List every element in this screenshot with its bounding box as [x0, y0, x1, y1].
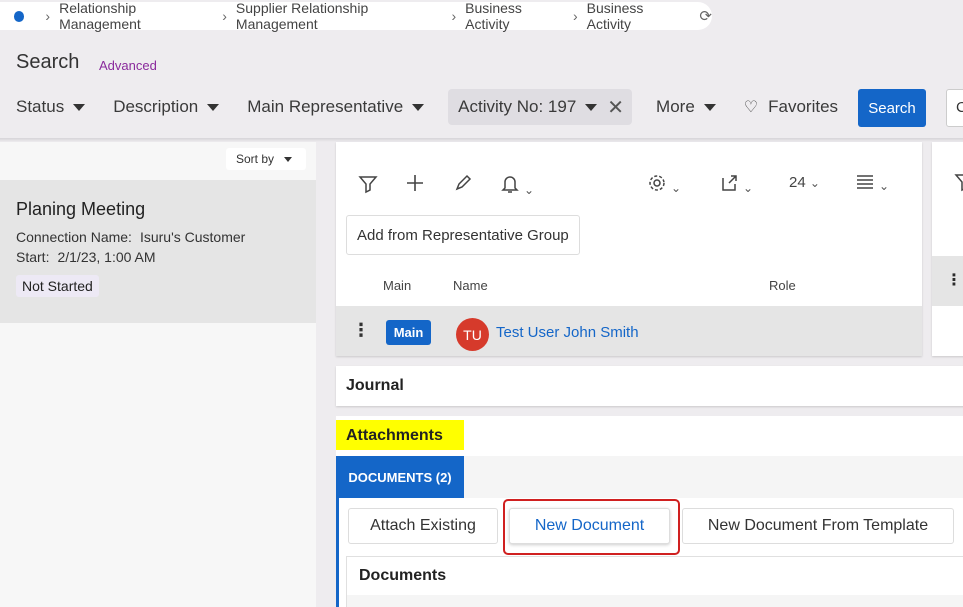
main-badge: Main	[386, 320, 431, 345]
chevron-right-icon: ›	[45, 8, 51, 24]
attach-existing-button[interactable]: Attach Existing	[348, 508, 498, 544]
breadcrumb-item-relationship-management[interactable]: Relationship Management	[59, 0, 213, 32]
caret-down-icon	[703, 103, 716, 111]
table-row[interactable]: ⋮ Main TU Test User John Smith	[336, 306, 922, 356]
status-badge: Not Started	[16, 275, 99, 297]
filter-main-representative[interactable]: Main Representative	[247, 97, 425, 117]
advanced-search-link[interactable]: Advanced	[99, 58, 157, 73]
filter-status[interactable]: Status	[16, 97, 86, 117]
connection-label: Connection Name:	[16, 229, 132, 245]
documents-panel-toolbar	[347, 595, 963, 607]
favorites-label: Favorites	[768, 97, 839, 116]
page-size-selector[interactable]: 24 ⌄	[789, 174, 820, 191]
search-button[interactable]: Search	[858, 89, 926, 127]
avatar: TU	[456, 318, 489, 351]
more-filters[interactable]: More	[656, 97, 716, 117]
search-title: Search	[16, 51, 80, 73]
density-icon[interactable]: ⌄	[856, 174, 889, 195]
filter-icon[interactable]	[358, 174, 378, 199]
breadcrumb-item-supplier-relationship-management[interactable]: Supplier Relationship Management	[236, 0, 443, 32]
tab-documents[interactable]: DOCUMENTS (2)	[336, 456, 464, 498]
new-document-from-template-button[interactable]: New Document From Template	[682, 508, 954, 544]
caret-down-icon	[207, 103, 220, 111]
journal-section-title[interactable]: Journal	[336, 366, 963, 406]
column-header-name[interactable]: Name	[453, 278, 488, 293]
record-connection: Connection Name: Isuru's Customer	[16, 229, 300, 245]
more-label: More	[656, 97, 695, 116]
more-vertical-icon[interactable]: ⋮	[946, 270, 962, 290]
activity-no-filter-chip[interactable]: Activity No: 197 ✕	[448, 89, 633, 125]
caret-down-icon	[284, 156, 293, 162]
chevron-down-icon: ⌄	[671, 181, 682, 195]
page-size-value: 24	[789, 174, 806, 191]
sort-by-label: Sort by	[236, 152, 275, 166]
filter-description[interactable]: Description	[113, 97, 220, 117]
column-header-main[interactable]: Main	[383, 278, 411, 293]
connection-value: Isuru's Customer	[139, 229, 246, 245]
breadcrumb: › Relationship Management › Supplier Rel…	[0, 0, 712, 32]
chevron-down-icon: ⌄	[524, 183, 535, 197]
bell-icon[interactable]: ⌄	[501, 174, 534, 199]
documents-panel: Documents	[346, 556, 963, 607]
filter-bar: Status Description Main Representative A…	[16, 88, 868, 126]
record-start: Start: 2/1/23, 1:00 AM	[16, 249, 300, 265]
activity-chip-label: Activity No: 197	[458, 97, 577, 116]
refresh-icon[interactable]: ⟳	[699, 7, 712, 25]
chevron-right-icon: ›	[572, 8, 578, 24]
representative-name-link[interactable]: Test User John Smith	[496, 324, 639, 341]
record-title: Planing Meeting	[16, 199, 146, 219]
chevron-down-icon: ⌄	[809, 176, 820, 190]
table-row[interactable]: ⋮	[932, 256, 963, 306]
favorites-button[interactable]: ♡ Favorites	[744, 97, 838, 117]
list-item[interactable]: Planing Meeting Connection Name: Isuru's …	[0, 180, 316, 323]
clear-button[interactable]: C	[946, 89, 963, 127]
column-header-role[interactable]: Role	[769, 278, 796, 293]
filter-icon[interactable]	[954, 172, 963, 197]
caret-down-icon	[73, 103, 86, 111]
start-value: 2/1/23, 1:00 AM	[57, 249, 156, 265]
edit-icon[interactable]	[454, 174, 472, 197]
annotation-highlight	[503, 499, 680, 555]
breadcrumb-item-business-activity[interactable]: Business Activity	[465, 0, 564, 32]
representatives-card: ⌄ ⌄ ⌄ 24 ⌄ ⌄ Add from Representative Gro…	[336, 142, 922, 356]
sort-by-dropdown[interactable]: Sort by	[226, 148, 306, 170]
heart-icon: ♡	[743, 99, 759, 116]
chevron-down-icon: ⌄	[879, 179, 890, 193]
start-label: Start:	[16, 249, 50, 265]
more-vertical-icon[interactable]: ⋮	[352, 320, 370, 341]
home-icon[interactable]	[14, 10, 25, 22]
documents-panel-title: Documents	[359, 567, 447, 584]
gear-icon[interactable]: ⌄	[648, 174, 681, 197]
secondary-card: ⋮	[932, 142, 963, 356]
caret-down-icon[interactable]	[585, 103, 598, 111]
chevron-right-icon: ›	[451, 8, 457, 24]
representatives-toolbar: ⌄ ⌄ ⌄ 24 ⌄ ⌄	[336, 170, 922, 202]
export-icon[interactable]: ⌄	[720, 174, 753, 197]
filter-description-label: Description	[113, 97, 199, 116]
add-icon[interactable]	[406, 174, 424, 197]
chevron-down-icon: ⌄	[743, 181, 754, 195]
close-icon[interactable]: ✕	[607, 95, 624, 120]
chevron-right-icon: ›	[222, 8, 227, 24]
filter-main-representative-label: Main Representative	[247, 97, 404, 116]
breadcrumb-item-current: Business Activity	[586, 0, 644, 32]
attachments-title: Attachments	[336, 420, 464, 450]
caret-down-icon	[412, 103, 425, 111]
filter-status-label: Status	[16, 97, 65, 116]
add-from-representative-group-button[interactable]: Add from Representative Group	[346, 215, 580, 255]
